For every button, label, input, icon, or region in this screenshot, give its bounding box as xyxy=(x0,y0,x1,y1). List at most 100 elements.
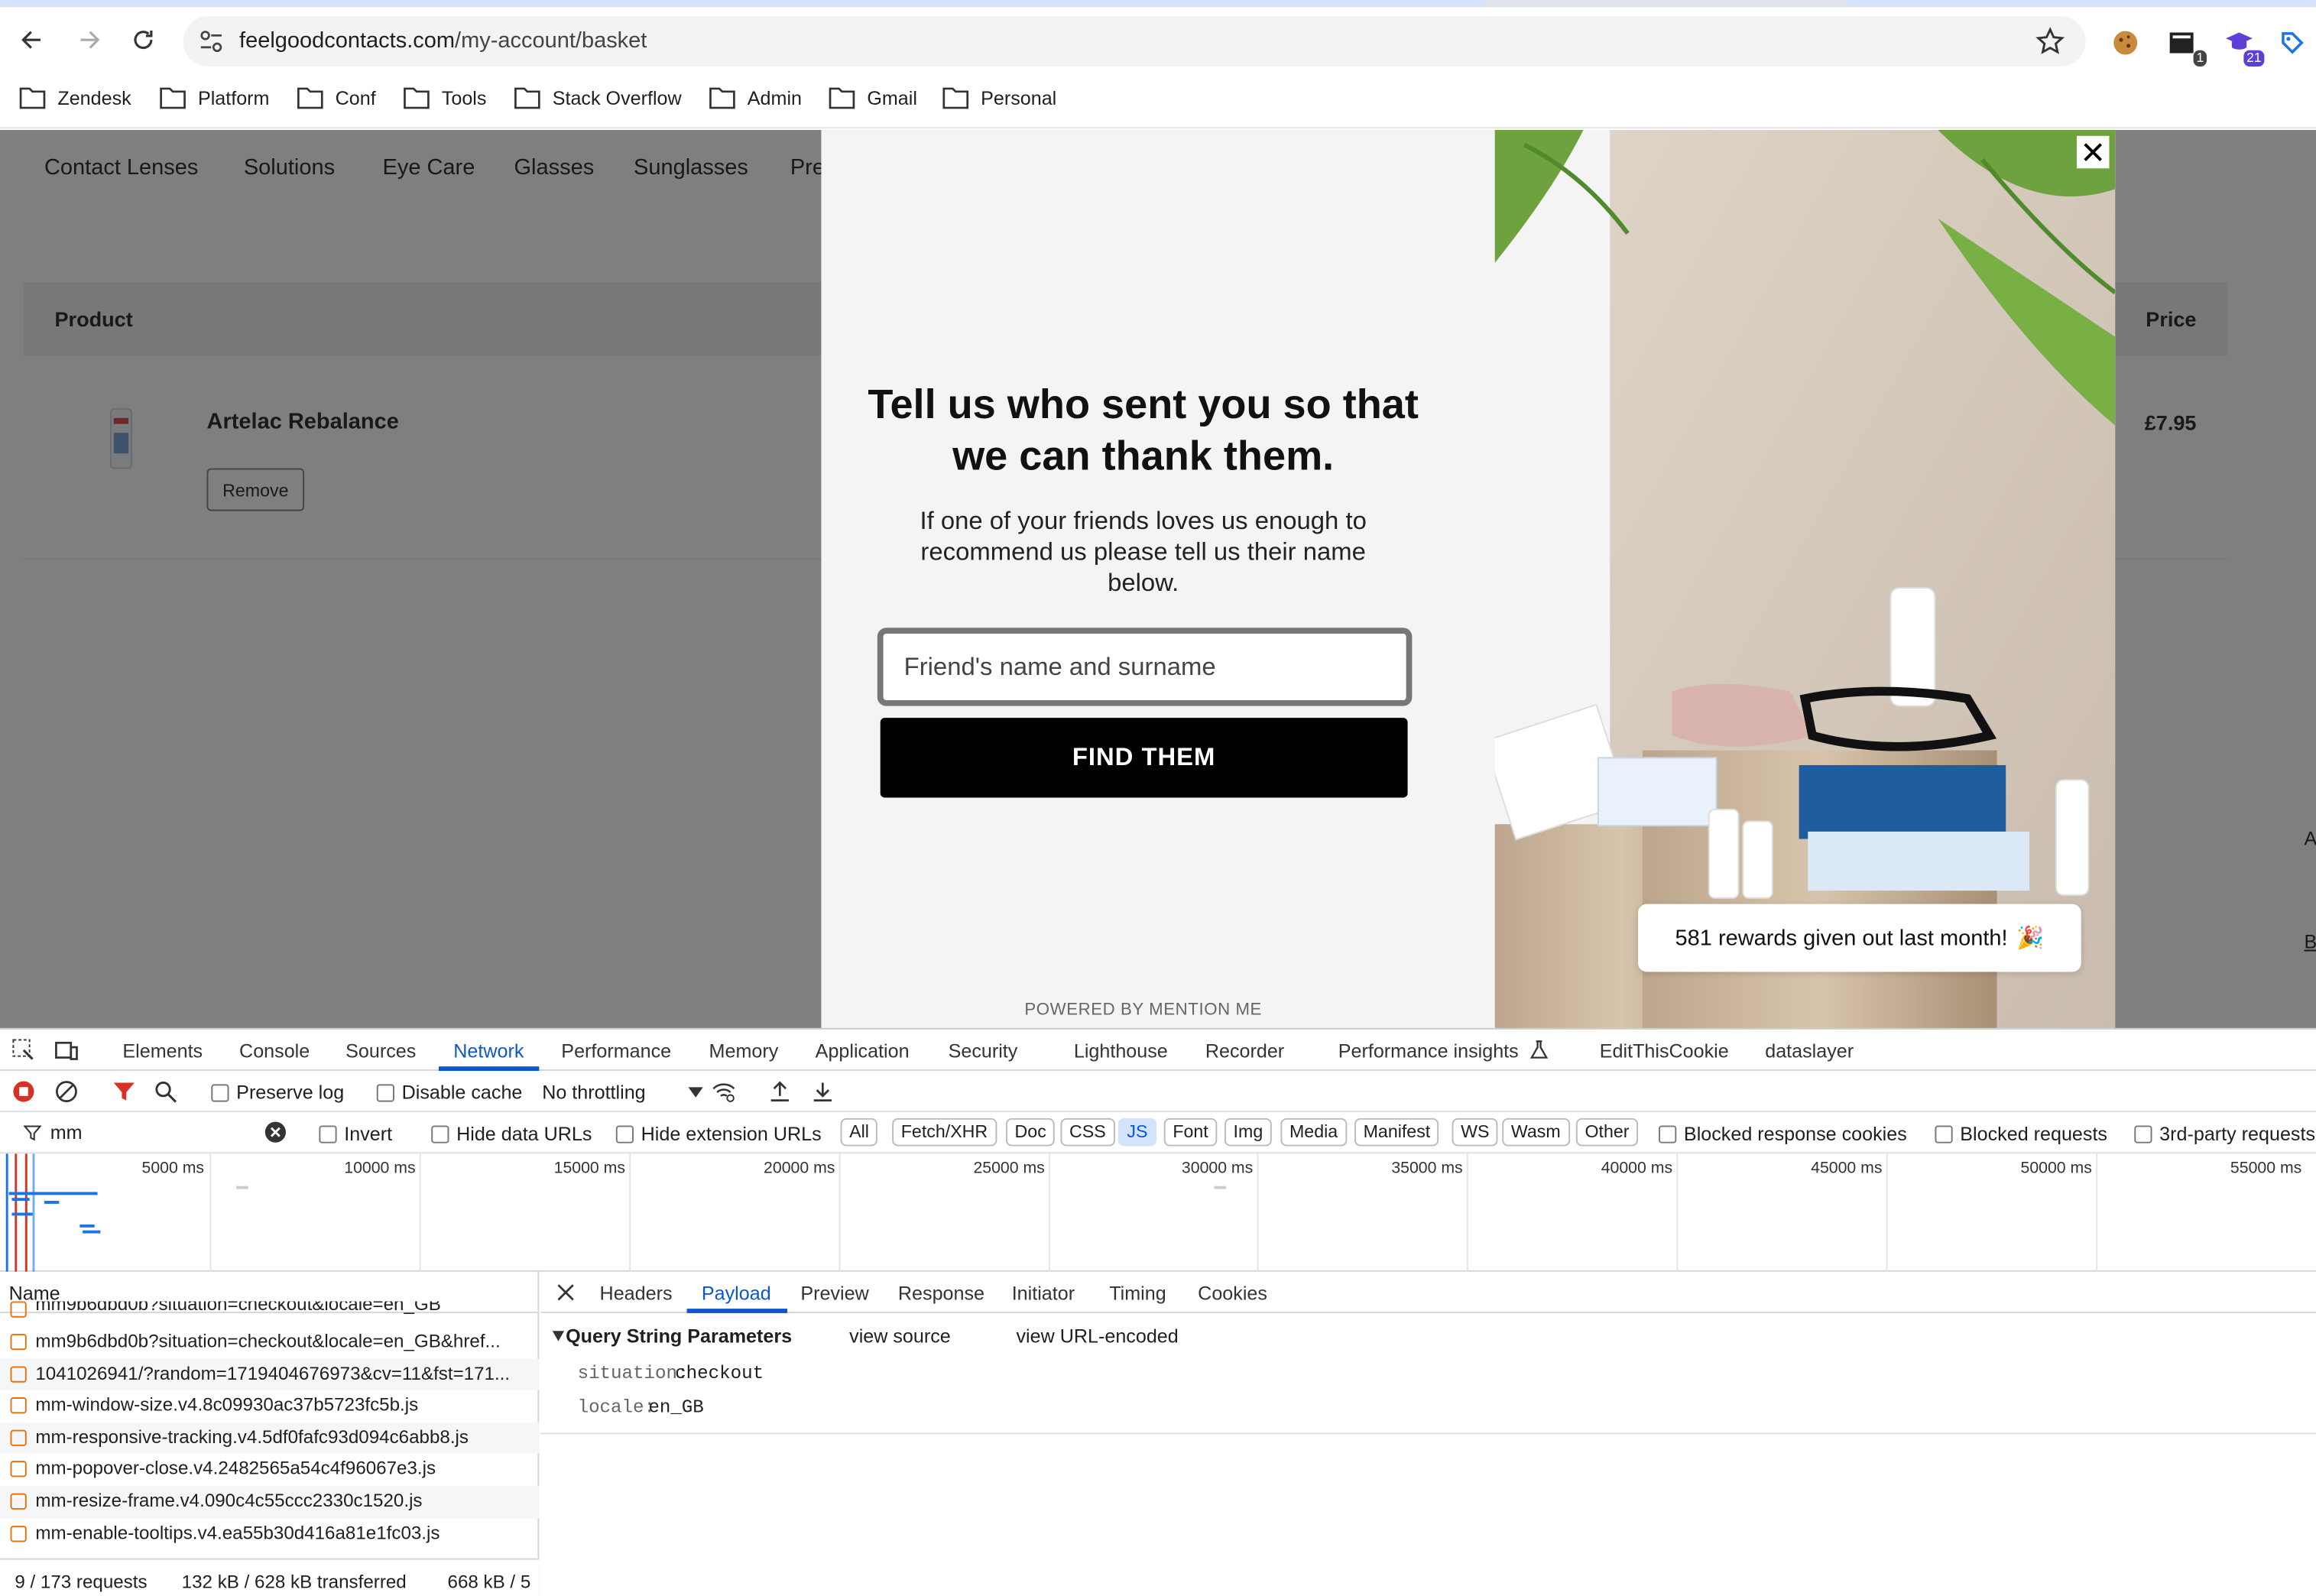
cookie-extension-icon[interactable] xyxy=(2109,27,2142,60)
friend-name-input[interactable] xyxy=(877,628,1413,706)
timeline-gridline xyxy=(1257,1153,1259,1272)
view-source-link[interactable]: view source xyxy=(849,1325,951,1347)
request-row[interactable]: mm-responsive-tracking.v4.5df0fafc93d094… xyxy=(0,1422,540,1455)
popup-product-image xyxy=(1494,130,2116,1028)
address-bar[interactable]: feelgoodcontacts.com/my-account/basket xyxy=(183,16,2086,66)
close-icon[interactable] xyxy=(557,1283,575,1301)
type-filter-other[interactable]: Other xyxy=(1575,1118,1639,1147)
close-button[interactable] xyxy=(2076,135,2110,169)
bookmark-folder[interactable]: Gmail xyxy=(829,86,917,109)
bookmark-star-icon[interactable] xyxy=(2035,27,2065,57)
triangle-down-icon[interactable] xyxy=(552,1331,565,1342)
query-string-title[interactable]: Query String Parameters xyxy=(566,1325,792,1347)
hide-data-urls-checkbox[interactable]: Hide data URLs xyxy=(431,1123,592,1145)
tab-network[interactable]: Network xyxy=(453,1040,524,1062)
tab-edge[interactable] xyxy=(1846,0,2316,6)
invert-checkbox[interactable]: Invert xyxy=(319,1123,392,1145)
bookmark-folder[interactable]: Conf xyxy=(297,86,376,109)
tab-dataslayer[interactable]: dataslayer xyxy=(1765,1040,1854,1062)
active-tab-edge[interactable] xyxy=(0,0,1485,6)
blocked-requests-checkbox[interactable]: Blocked requests xyxy=(1935,1123,2107,1145)
type-filter-media[interactable]: Media xyxy=(1280,1118,1347,1147)
inspect-element-icon[interactable] xyxy=(11,1038,35,1062)
network-filter-bar: mm Invert Hide data URLs Hide extension … xyxy=(0,1112,2316,1154)
throttling-select[interactable]: No throttling xyxy=(542,1082,704,1104)
clear-icon[interactable] xyxy=(54,1080,78,1104)
disable-cache-checkbox[interactable]: Disable cache xyxy=(376,1082,522,1104)
timeline-label: 30000 ms xyxy=(1181,1159,1254,1178)
bookmark-folder[interactable]: Zendesk xyxy=(19,86,131,109)
bookmark-folder[interactable]: Platform xyxy=(160,86,269,109)
tab-elements[interactable]: Elements xyxy=(122,1040,203,1062)
filter-input[interactable]: mm xyxy=(9,1117,293,1150)
tab-performance[interactable]: Performance xyxy=(561,1040,671,1062)
type-filter-all[interactable]: All xyxy=(840,1118,878,1147)
tab-editthiscookie[interactable]: EditThisCookie xyxy=(1600,1040,1729,1062)
forward-button[interactable] xyxy=(71,22,106,57)
request-row[interactable]: mm9b6dbd0b?situation=checkout&locale=en_… xyxy=(0,1301,539,1322)
bookmark-folder[interactable]: Admin xyxy=(709,86,802,109)
extension-icon[interactable]: 1 xyxy=(2165,27,2207,66)
graduation-extension-icon[interactable]: 21 xyxy=(2223,27,2265,66)
blocked-response-cookies-checkbox[interactable]: Blocked response cookies xyxy=(1659,1123,1907,1145)
type-filter-img[interactable]: Img xyxy=(1224,1118,1272,1147)
preserve-log-checkbox[interactable]: Preserve log xyxy=(211,1082,344,1104)
tab-performance-insights[interactable]: Performance insights xyxy=(1338,1040,1519,1062)
type-filter-js[interactable]: JS xyxy=(1117,1118,1157,1147)
tab-response[interactable]: Response xyxy=(898,1282,984,1304)
tab-preview[interactable]: Preview xyxy=(800,1282,868,1304)
type-filter-manifest[interactable]: Manifest xyxy=(1354,1118,1439,1147)
timeline-gridline xyxy=(209,1153,212,1272)
request-waterfall-bars xyxy=(5,1153,101,1272)
bookmark-folder[interactable]: Stack Overflow xyxy=(514,86,682,109)
reload-button[interactable] xyxy=(125,22,161,57)
tab-lighthouse[interactable]: Lighthouse xyxy=(1074,1040,1168,1062)
back-button[interactable] xyxy=(15,22,50,57)
request-row[interactable]: mm-resize-frame.v4.090c4c55ccc2330c1520.… xyxy=(0,1485,540,1518)
clear-filter-icon[interactable] xyxy=(264,1121,287,1143)
tag-extension-icon[interactable] xyxy=(2276,27,2309,60)
tab-console[interactable]: Console xyxy=(239,1040,310,1062)
bookmark-folder[interactable]: Tools xyxy=(404,86,486,109)
import-har-icon[interactable] xyxy=(768,1080,792,1104)
view-url-encoded-link[interactable]: view URL-encoded xyxy=(1016,1325,1178,1347)
export-har-icon[interactable] xyxy=(811,1080,835,1104)
tab-application[interactable]: Application xyxy=(816,1040,910,1062)
request-row[interactable]: mm-enable-tooltips.v4.ea55b30d416a81e1fc… xyxy=(0,1518,539,1550)
tab-headers[interactable]: Headers xyxy=(600,1282,673,1304)
type-filter-fetch-xhr[interactable]: Fetch/XHR xyxy=(892,1118,997,1147)
search-icon[interactable] xyxy=(154,1080,177,1104)
request-row[interactable]: 1041026941/?random=1719404676973&cv=11&f… xyxy=(0,1358,540,1390)
request-row[interactable]: mm-window-size.v4.8c09930ac37b5723fc5b.j… xyxy=(0,1390,539,1422)
timeline-label: 45000 ms xyxy=(1811,1159,1883,1178)
find-them-button[interactable]: FIND THEM xyxy=(880,718,1408,798)
type-filter-doc[interactable]: Doc xyxy=(1005,1118,1056,1147)
site-settings-icon[interactable] xyxy=(198,28,225,55)
type-filter-font[interactable]: Font xyxy=(1163,1118,1218,1147)
network-conditions-icon[interactable] xyxy=(712,1080,735,1104)
tab-sources[interactable]: Sources xyxy=(345,1040,416,1062)
hide-extension-urls-checkbox[interactable]: Hide extension URLs xyxy=(615,1123,822,1145)
type-filter-css[interactable]: CSS xyxy=(1060,1118,1115,1147)
tab-timing[interactable]: Timing xyxy=(1109,1282,1166,1304)
timeline-gridline xyxy=(419,1153,421,1272)
network-status-bar: 9 / 173 requests 132 kB / 628 kB transfe… xyxy=(0,1558,540,1596)
tab-memory[interactable]: Memory xyxy=(709,1040,779,1062)
folder-icon xyxy=(297,87,323,109)
device-toolbar-icon[interactable] xyxy=(54,1038,78,1062)
tab-payload[interactable]: Payload xyxy=(702,1282,771,1304)
request-row[interactable]: mm-popover-close.v4.2482565a54c4f96067e3… xyxy=(0,1454,539,1486)
tab-security[interactable]: Security xyxy=(949,1040,1018,1062)
bookmark-folder[interactable]: Personal xyxy=(942,86,1056,109)
powered-by-text[interactable]: POWERED BY MENTION ME xyxy=(954,1001,1332,1019)
tab-cookies[interactable]: Cookies xyxy=(1198,1282,1267,1304)
tab-initiator[interactable]: Initiator xyxy=(1012,1282,1075,1304)
third-party-requests-checkbox[interactable]: 3rd-party requests xyxy=(2134,1123,2315,1145)
record-stop-icon[interactable] xyxy=(11,1080,35,1104)
request-row[interactable]: mm9b6dbd0b?situation=checkout&locale=en_… xyxy=(0,1326,539,1358)
network-overview-timeline[interactable]: 5000 ms 10000 ms 15000 ms 20000 ms 25000… xyxy=(0,1153,2316,1272)
tab-recorder[interactable]: Recorder xyxy=(1205,1040,1284,1062)
type-filter-ws[interactable]: WS xyxy=(1452,1118,1499,1147)
filter-icon[interactable] xyxy=(112,1080,136,1104)
type-filter-wasm[interactable]: Wasm xyxy=(1502,1118,1570,1147)
